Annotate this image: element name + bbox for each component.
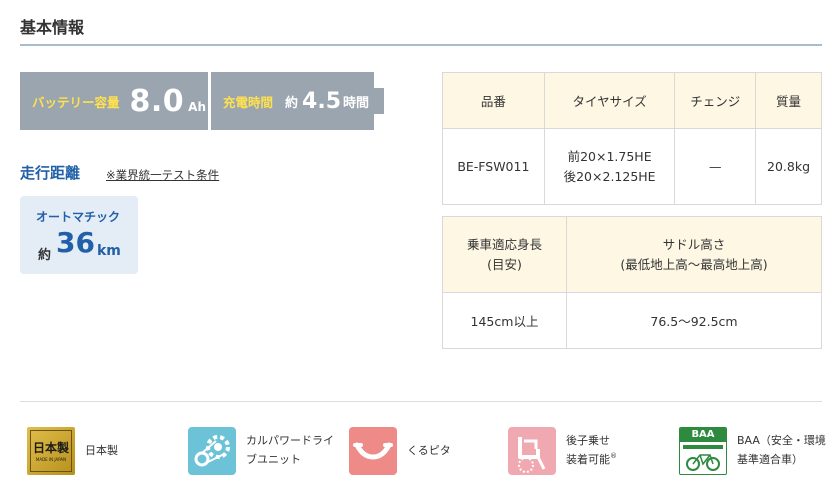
title-divider [20,44,822,46]
feature-label: 日本製 [85,443,118,457]
feature-kurupita: くるピタ [349,427,487,475]
tire-front: 前20×1.75HE [567,148,652,164]
feature-child-seat: 後子乗せ 装着可能® [508,427,640,475]
header-change: チェンジ [674,72,757,129]
feature-label-line2-text: 装着可能 [566,453,610,466]
range-auto-mode-card: オートマチック 約 36 km [20,196,138,274]
gear-drive-unit-icon [188,427,236,475]
bicycle-icon [686,454,720,471]
range-value: 36 [56,226,95,259]
page-title: 基本情報 [20,18,85,37]
battery-terminal-shape [374,88,384,114]
tire-rear: 後20×2.125HE [563,168,656,184]
header-rider-height: 乗車適応身長 (目安) [442,216,567,293]
feature-drive-unit: カルパワードライ ブユニット [188,427,344,475]
baa-logo-text: BAA [680,428,726,442]
table-row: BE-FSW011 前20×1.75HE 後20×2.125HE — 20.8k… [442,128,822,205]
spec-table-size: 乗車適応身長 (目安) サドル高さ (最低地上高〜最高地上高) 145cm以上 … [442,216,822,349]
feature-label-line1: カルパワードライ [246,434,334,448]
registered-mark: ® [610,452,617,460]
feature-made-in-japan: 日本製 MADE IN JAPAN 日本製 [27,427,145,475]
feature-label-line2: 基準適合車） [737,453,803,466]
range-mode-label: オートマチック [36,210,121,224]
range-prefix: 約 [38,248,52,263]
header-saddle-line1: サドル高さ [662,236,726,252]
battery-capacity-unit: Ah [188,100,207,114]
header-saddle-line2: (最低地上高〜最高地上高) [620,256,768,272]
header-model: 品番 [442,72,545,129]
range-unit: km [97,243,121,259]
baa-green-stripe [683,445,723,449]
cell-saddle-height: 76.5〜92.5cm [566,292,822,349]
charge-time-unit: 時間 [343,95,370,111]
header-weight: 質量 [755,72,822,129]
range-test-conditions-link[interactable]: ※業界統一テスト条件 [106,167,219,183]
header-saddle-height: サドル高さ (最低地上高〜最高地上高) [566,216,822,293]
made-in-japan-logo-text: 日本製 [32,441,69,455]
made-in-japan-logo-subtext: MADE IN JAPAN [35,457,67,462]
battery-capacity-value: 8.0 [129,83,185,119]
range-heading: 走行距離 [20,164,81,182]
cell-model: BE-FSW011 [442,128,545,205]
header-rider-height-line2: (目安) [487,256,522,272]
table-header-row: 品番 タイヤサイズ チェンジ 質量 [442,72,822,129]
charge-time-prefix: 約 [285,95,299,111]
baa-badge-icon: BAA [679,427,727,475]
feature-label-line1: BAA（安全・環境 [737,434,826,448]
spec-table-main: 品番 タイヤサイズ チェンジ 質量 BE-FSW011 前20×1.75HE 後… [442,72,822,205]
header-rider-height-line1: 乗車適応身長 [466,236,542,252]
battery-capacity-label: バッテリー容量 [32,94,120,110]
feature-label-line2: 装着可能® [566,451,640,470]
charge-time-panel: 充電時間 約 4.5 時間 [211,72,374,130]
header-tire-size: タイヤサイズ [543,72,676,129]
table-header-row: 乗車適応身長 (目安) サドル高さ (最低地上高〜最高地上高) [442,216,822,293]
cell-tire-size: 前20×1.75HE 後20×2.125HE [543,128,676,205]
feature-label: カルパワードライ ブユニット [246,432,344,469]
feature-label: BAA（安全・環境 基準適合車） [737,432,833,469]
cell-change: — [674,128,757,205]
table-row: 145cm以上 76.5〜92.5cm [442,292,822,349]
feature-label: くるピタ [407,443,451,457]
features-divider [20,401,822,402]
charge-time-value: 4.5 [302,88,342,114]
feature-label: 後子乗せ 装着可能® [566,432,640,469]
feature-baa: BAA BAA（安全・環境 基準適合車） [679,427,833,475]
cell-weight: 20.8kg [755,128,822,205]
battery-capacity-panel: バッテリー容量 8.0 Ah [20,72,208,130]
feature-label-line1: 後子乗せ [566,434,610,448]
made-in-japan-icon: 日本製 MADE IN JAPAN [27,427,75,475]
charge-time-label: 充電時間 [223,94,274,110]
cell-rider-height: 145cm以上 [442,292,567,349]
feature-label-line2: ブユニット [246,453,301,466]
handlebar-lock-icon [349,427,397,475]
child-seat-icon [508,427,556,475]
